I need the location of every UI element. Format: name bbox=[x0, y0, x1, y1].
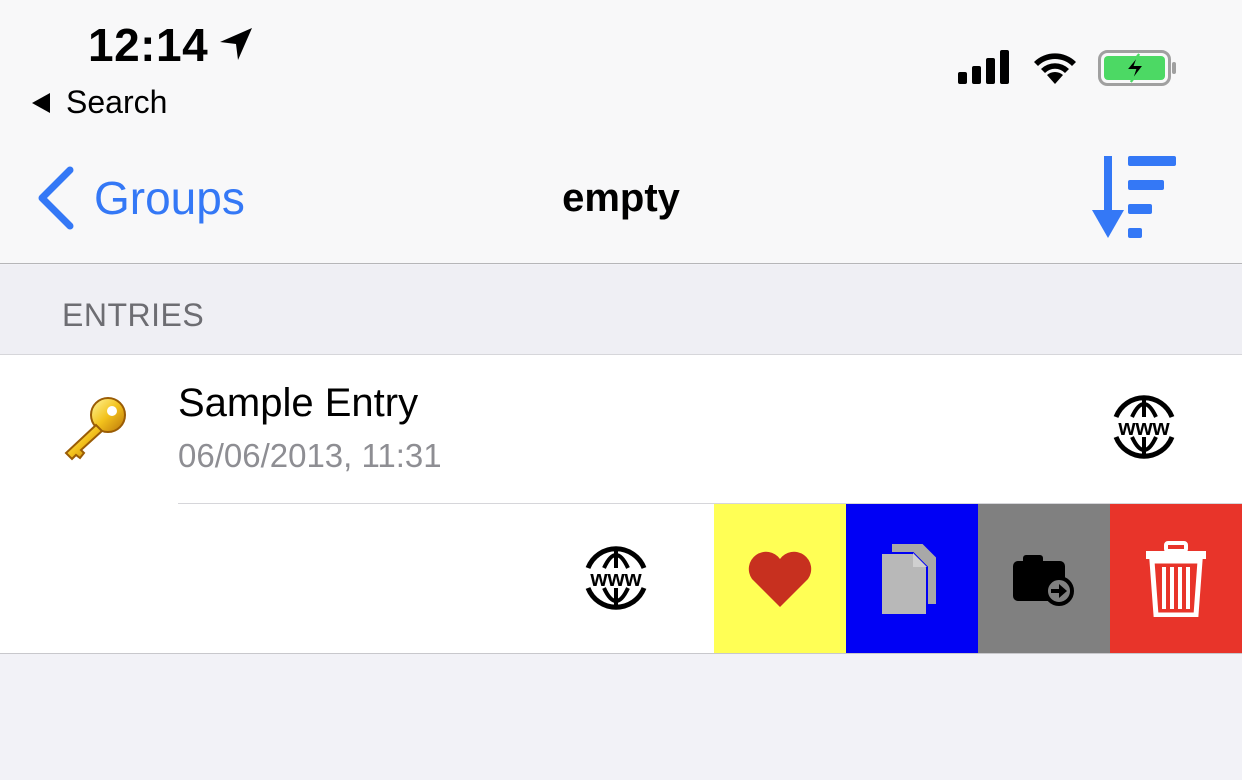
section-header: ENTRIES bbox=[0, 265, 1242, 354]
swiped-list-item[interactable]: www bbox=[0, 504, 1242, 653]
www-globe-icon[interactable]: www bbox=[1110, 395, 1178, 459]
battery-charging-icon bbox=[1098, 50, 1176, 86]
www-globe-icon[interactable]: www bbox=[582, 546, 650, 610]
entry-title: Sample Entry bbox=[178, 381, 419, 425]
svg-text:www: www bbox=[1117, 415, 1170, 440]
page-title: empty bbox=[562, 176, 680, 220]
svg-text:www: www bbox=[589, 566, 642, 591]
cellular-signal-icon bbox=[958, 50, 1009, 84]
sort-descending-icon[interactable] bbox=[1090, 154, 1180, 244]
copy-icon bbox=[880, 541, 938, 616]
heart-icon bbox=[748, 551, 812, 607]
section-header-label: ENTRIES bbox=[62, 297, 205, 333]
back-to-search-button[interactable]: Search bbox=[32, 84, 167, 121]
trash-icon bbox=[1146, 540, 1206, 617]
navigation-bar: Groups empty bbox=[0, 132, 1242, 264]
list-item[interactable]: Sample Entry 06/06/2013, 11:31 www bbox=[0, 354, 1242, 504]
key-icon bbox=[64, 397, 126, 461]
list-bottom-separator bbox=[0, 653, 1242, 654]
location-arrow-icon bbox=[220, 28, 252, 60]
camera-move-icon bbox=[1013, 554, 1074, 606]
wifi-icon bbox=[1034, 53, 1076, 84]
status-time: 12:14 bbox=[88, 19, 209, 71]
status-bar: 12:14 Search bbox=[0, 0, 1242, 132]
favorite-button[interactable] bbox=[714, 504, 846, 653]
back-app-label: Search bbox=[66, 84, 168, 120]
back-triangle-icon bbox=[32, 92, 50, 113]
delete-button[interactable] bbox=[1110, 504, 1242, 653]
copy-button[interactable] bbox=[846, 504, 978, 653]
move-button[interactable] bbox=[978, 504, 1110, 653]
entry-date: 06/06/2013, 11:31 bbox=[178, 437, 442, 474]
